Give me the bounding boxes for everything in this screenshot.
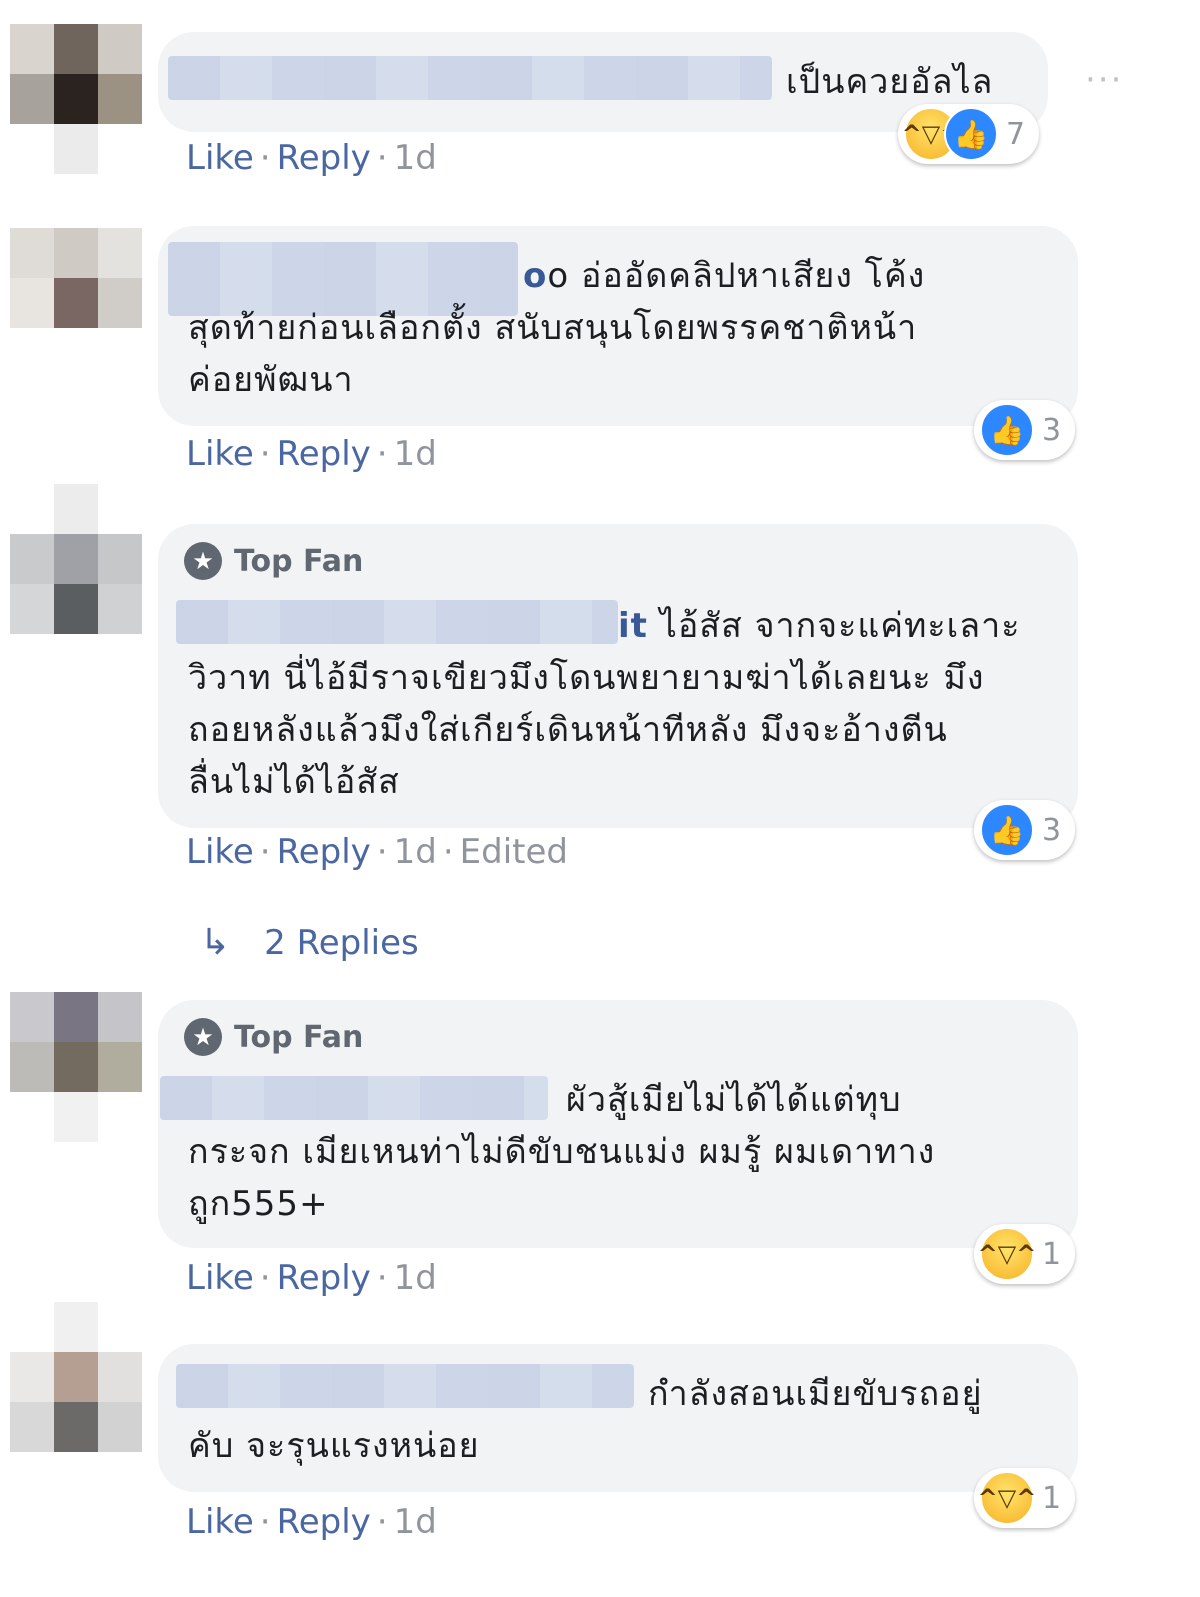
comment-text: สุดท้ายก่อนเลือกตั้ง สนับสนุนโดยพรรคชาติ… xyxy=(188,308,918,348)
reaction-summary[interactable]: ^▽^ 1 xyxy=(974,1468,1076,1528)
blurred-username xyxy=(168,56,772,100)
view-replies-link[interactable]: ↳ 2 Replies xyxy=(200,922,419,963)
comment-actions: Like · Reply · 1d xyxy=(186,1258,437,1298)
reply-link[interactable]: Reply xyxy=(277,138,371,178)
reaction-count: 1 xyxy=(1042,1236,1062,1272)
avatar[interactable] xyxy=(10,1302,142,1454)
timestamp[interactable]: 1d xyxy=(394,1502,437,1542)
like-link[interactable]: Like xyxy=(186,832,254,872)
commenter-name[interactable]: o xyxy=(523,256,547,296)
reaction-summary[interactable]: ^▽^ 1 xyxy=(974,1224,1076,1284)
comment-text: ถูก555+ xyxy=(188,1184,329,1224)
timestamp[interactable]: 1d xyxy=(394,1258,437,1298)
reply-link[interactable]: Reply xyxy=(277,434,371,474)
comment-text: ผัวสู้เมียไม่ได้ได้แต่ทุบ xyxy=(566,1080,902,1120)
reply-link[interactable]: Reply xyxy=(277,1502,371,1542)
comment-bubble: oo อ่ออัดคลิปหาเสียง โค้ง สุดท้ายก่อนเลื… xyxy=(158,226,1078,426)
comment-text: กำลังสอนเมียขับรถอยู่ xyxy=(648,1374,983,1414)
like-reaction-icon: 👍 xyxy=(944,107,998,161)
avatar[interactable] xyxy=(10,484,142,636)
top-fan-badge: ★ Top Fan xyxy=(184,542,363,580)
avatar[interactable] xyxy=(10,992,142,1144)
comment-actions: Like · Reply · 1d · Edited xyxy=(186,832,568,872)
avatar[interactable] xyxy=(10,24,142,176)
comment-text: oo อ่ออัดคลิปหาเสียง โค้ง xyxy=(523,256,926,296)
haha-reaction-icon: ^▽^ xyxy=(978,1227,1036,1281)
comment-text: คับ จะรุนแรงหน่อย xyxy=(188,1426,480,1466)
reaction-count: 3 xyxy=(1042,412,1062,448)
comment-bubble: กำลังสอนเมียขับรถอยู่ คับ จะรุนแรงหน่อย xyxy=(158,1344,1078,1492)
comment-text: วิวาท นี่ไอ้มีราจเขียวมึงโดนพยายามฆ่าได้… xyxy=(188,658,985,698)
reaction-summary[interactable]: 👍 3 xyxy=(974,400,1076,460)
reaction-count: 7 xyxy=(1006,116,1026,152)
more-options-icon[interactable]: ··· xyxy=(1085,60,1123,100)
comment-bubble: ★ Top Fan it ไอ้สัส จากจะแค่ทะเลาะ วิวาท … xyxy=(158,524,1078,828)
like-link[interactable]: Like xyxy=(186,434,254,474)
edited-label[interactable]: Edited xyxy=(460,832,568,872)
comment-text: ถอยหลังแล้วมึงใส่เกียร์เดินหน้าทีหลัง มึ… xyxy=(188,710,948,750)
haha-reaction-icon: ^▽^ xyxy=(978,1471,1036,1525)
top-fan-badge: ★ Top Fan xyxy=(184,1018,363,1056)
like-link[interactable]: Like xyxy=(186,1258,254,1298)
reaction-count: 3 xyxy=(1042,812,1062,848)
blurred-username xyxy=(176,1364,634,1408)
commenter-name[interactable]: it xyxy=(618,606,648,646)
comment-text: it ไอ้สัส จากจะแค่ทะเลาะ xyxy=(618,606,1021,646)
reaction-summary[interactable]: ^▽^ 👍 7 xyxy=(898,104,1040,164)
like-link[interactable]: Like xyxy=(186,138,254,178)
star-badge-icon: ★ xyxy=(184,1018,222,1056)
star-badge-icon: ★ xyxy=(184,542,222,580)
timestamp[interactable]: 1d xyxy=(394,832,437,872)
blurred-username xyxy=(176,600,618,644)
reaction-count: 1 xyxy=(1042,1480,1062,1516)
timestamp[interactable]: 1d xyxy=(394,434,437,474)
comment-actions: Like · Reply · 1d xyxy=(186,138,437,178)
reply-link[interactable]: Reply xyxy=(277,832,371,872)
comment-bubble: ★ Top Fan ผัวสู้เมียไม่ได้ได้แต่ทุบ กระจก… xyxy=(158,1000,1078,1248)
like-link[interactable]: Like xyxy=(186,1502,254,1542)
comment-text: เป็นควยอัลไล xyxy=(786,62,994,102)
blurred-username xyxy=(160,1076,548,1120)
like-reaction-icon: 👍 xyxy=(980,803,1034,857)
replies-count-label: 2 Replies xyxy=(264,922,419,963)
comment-text: ลื่นไม่ได้ไอ้สัส xyxy=(188,762,400,802)
comment-actions: Like · Reply · 1d xyxy=(186,1502,437,1542)
reaction-summary[interactable]: 👍 3 xyxy=(974,800,1076,860)
comment-actions: Like · Reply · 1d xyxy=(186,434,437,474)
like-reaction-icon: 👍 xyxy=(980,403,1034,457)
reply-arrow-icon: ↳ xyxy=(200,922,231,963)
comment-text: กระจก เมียเหนท่าไม่ดีขับชนแม่ง ผมรู้ ผมเ… xyxy=(188,1132,936,1172)
timestamp[interactable]: 1d xyxy=(394,138,437,178)
reply-link[interactable]: Reply xyxy=(277,1258,371,1298)
avatar[interactable] xyxy=(10,228,142,380)
comment-text: ค่อยพัฒนา xyxy=(188,360,354,400)
